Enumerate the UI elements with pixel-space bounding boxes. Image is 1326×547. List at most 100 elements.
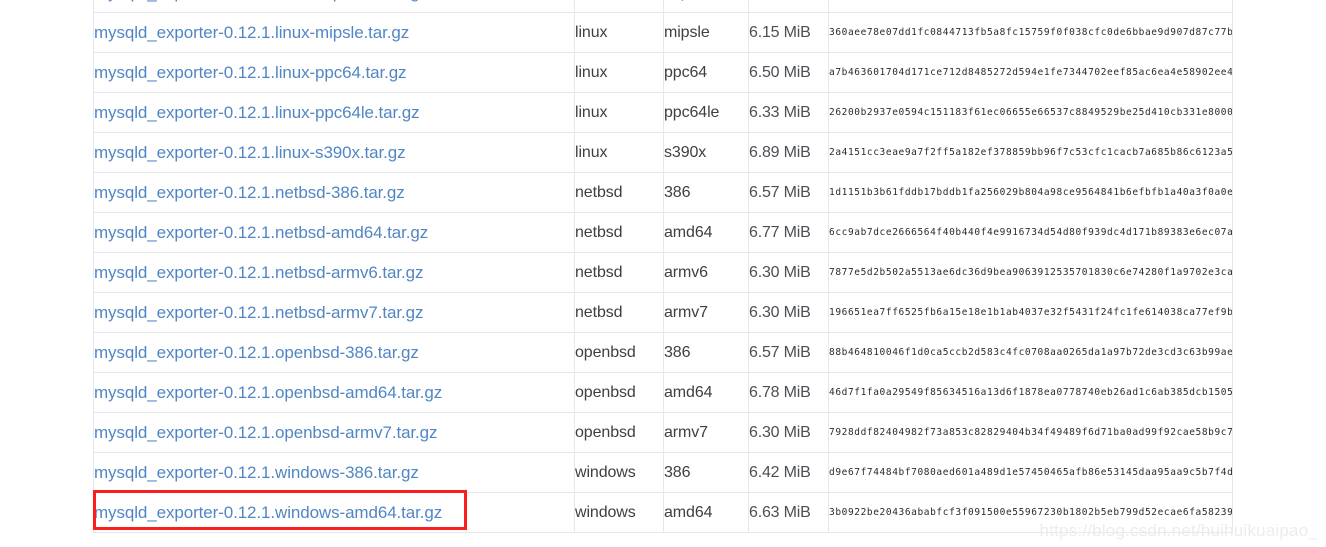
asset-filename-cell: mysqld_exporter-0.12.1.linux-mips64le.ta… <box>93 0 575 13</box>
asset-size-cell: 6.15 MiB <box>748 12 829 53</box>
release-assets-table: mysqld_exporter-0.12.1.linux-mips64le.ta… <box>93 0 1233 533</box>
asset-arch-cell: mipsle <box>663 12 749 53</box>
asset-filename-cell: mysqld_exporter-0.12.1.windows-386.tar.g… <box>93 452 575 493</box>
asset-filename-cell: mysqld_exporter-0.12.1.linux-ppc64le.tar… <box>93 92 575 133</box>
asset-download-link[interactable]: mysqld_exporter-0.12.1.netbsd-armv6.tar.… <box>94 263 423 283</box>
table-row: mysqld_exporter-0.12.1.netbsd-386.tar.gz… <box>93 172 1233 213</box>
asset-os-cell: linux <box>574 0 664 13</box>
asset-size-cell: 6.30 MiB <box>748 412 829 453</box>
table-row: mysqld_exporter-0.12.1.linux-ppc64.tar.g… <box>93 52 1233 93</box>
table-row: mysqld_exporter-0.12.1.netbsd-armv6.tar.… <box>93 252 1233 293</box>
asset-download-link[interactable]: mysqld_exporter-0.12.1.netbsd-armv7.tar.… <box>94 303 423 323</box>
asset-checksum-cell: 88b464810046f1d0ca5ccb2d583c4fc0708aa026… <box>828 332 1233 373</box>
table-row: mysqld_exporter-0.12.1.netbsd-amd64.tar.… <box>93 212 1233 253</box>
asset-size-cell: 6.33 MiB <box>748 92 829 133</box>
asset-arch-cell: 386 <box>663 172 749 213</box>
asset-download-link[interactable]: mysqld_exporter-0.12.1.windows-386.tar.g… <box>94 463 419 483</box>
asset-os-cell: windows <box>574 492 664 533</box>
table-row: mysqld_exporter-0.12.1.openbsd-amd64.tar… <box>93 372 1233 413</box>
asset-size-cell: 6.57 MiB <box>748 332 829 373</box>
asset-download-link[interactable]: mysqld_exporter-0.12.1.linux-ppc64.tar.g… <box>94 63 407 83</box>
asset-arch-cell: 386 <box>663 332 749 373</box>
asset-arch-cell: amd64 <box>663 492 749 533</box>
asset-filename-cell: mysqld_exporter-0.12.1.openbsd-386.tar.g… <box>93 332 575 373</box>
table-row: mysqld_exporter-0.12.1.linux-mipsle.tar.… <box>93 12 1233 53</box>
asset-checksum-cell: a7b463601704d171ce712d8485272d594e1fe734… <box>828 52 1233 93</box>
table-row: mysqld_exporter-0.12.1.openbsd-386.tar.g… <box>93 332 1233 373</box>
asset-size-cell: 6.77 MiB <box>748 212 829 253</box>
asset-arch-cell: 386 <box>663 452 749 493</box>
asset-arch-cell: armv7 <box>663 412 749 453</box>
asset-download-link[interactable]: mysqld_exporter-0.12.1.windows-amd64.tar… <box>94 503 442 523</box>
release-assets-table-wrapper: mysqld_exporter-0.12.1.linux-mips64le.ta… <box>93 0 1233 533</box>
asset-filename-cell: mysqld_exporter-0.12.1.linux-ppc64.tar.g… <box>93 52 575 93</box>
asset-arch-cell: armv6 <box>663 252 749 293</box>
asset-arch-cell: amd64 <box>663 372 749 413</box>
asset-size-cell: 6.57 MiB <box>748 172 829 213</box>
asset-download-link[interactable]: mysqld_exporter-0.12.1.linux-ppc64le.tar… <box>94 103 420 123</box>
page-viewport: mysqld_exporter-0.12.1.linux-mips64le.ta… <box>0 0 1326 547</box>
asset-size-cell: 6.63 MiB <box>748 492 829 533</box>
asset-filename-cell: mysqld_exporter-0.12.1.linux-s390x.tar.g… <box>93 132 575 173</box>
asset-os-cell: linux <box>574 52 664 93</box>
asset-size-cell: 6.89 MiB <box>748 132 829 173</box>
asset-download-link[interactable]: mysqld_exporter-0.12.1.linux-mipsle.tar.… <box>94 23 409 43</box>
asset-download-link[interactable]: mysqld_exporter-0.12.1.linux-mips64le.ta… <box>94 0 428 3</box>
asset-download-link[interactable]: mysqld_exporter-0.12.1.openbsd-armv7.tar… <box>94 423 438 443</box>
asset-size-cell: 6.30 MiB <box>748 252 829 293</box>
asset-checksum-cell: 2a4151cc3eae9a7f2ff5a182ef378859bb96f7c5… <box>828 132 1233 173</box>
asset-checksum-cell: 7877e5d2b502a5513ae6dc36d9bea90639125357… <box>828 252 1233 293</box>
table-row: mysqld_exporter-0.12.1.openbsd-armv7.tar… <box>93 412 1233 453</box>
asset-os-cell: linux <box>574 132 664 173</box>
table-row: mysqld_exporter-0.12.1.linux-s390x.tar.g… <box>93 132 1233 173</box>
asset-os-cell: linux <box>574 92 664 133</box>
asset-arch-cell: mips64le <box>663 0 749 13</box>
asset-filename-cell: mysqld_exporter-0.12.1.openbsd-armv7.tar… <box>93 412 575 453</box>
asset-os-cell: openbsd <box>574 332 664 373</box>
asset-checksum-cell: 12269a1eb150bef69251fdcc5069ed6bec65b2b6… <box>828 0 1233 13</box>
asset-os-cell: windows <box>574 452 664 493</box>
table-row: mysqld_exporter-0.12.1.netbsd-armv7.tar.… <box>93 292 1233 333</box>
asset-os-cell: netbsd <box>574 252 664 293</box>
asset-filename-cell: mysqld_exporter-0.12.1.windows-amd64.tar… <box>93 492 575 533</box>
asset-checksum-cell: 26200b2937e0594c151183f61ec06655e66537c8… <box>828 92 1233 133</box>
asset-os-cell: openbsd <box>574 412 664 453</box>
asset-checksum-cell: 1d1151b3b61fddb17bddb1fa256029b804a98ce9… <box>828 172 1233 213</box>
asset-os-cell: linux <box>574 12 664 53</box>
asset-size-cell: 6.50 MiB <box>748 52 829 93</box>
asset-size-cell: 6.42 MiB <box>748 452 829 493</box>
asset-download-link[interactable]: mysqld_exporter-0.12.1.linux-s390x.tar.g… <box>94 143 406 163</box>
asset-download-link[interactable]: mysqld_exporter-0.12.1.netbsd-386.tar.gz <box>94 183 405 203</box>
asset-download-link[interactable]: mysqld_exporter-0.12.1.netbsd-amd64.tar.… <box>94 223 428 243</box>
asset-os-cell: openbsd <box>574 372 664 413</box>
asset-size-cell: 6.78 MiB <box>748 372 829 413</box>
asset-checksum-cell: d9e67f74484bf7080aed601a489d1e57450465af… <box>828 452 1233 493</box>
asset-download-link[interactable]: mysqld_exporter-0.12.1.openbsd-386.tar.g… <box>94 343 419 363</box>
table-row: mysqld_exporter-0.12.1.linux-ppc64le.tar… <box>93 92 1233 133</box>
asset-filename-cell: mysqld_exporter-0.12.1.netbsd-amd64.tar.… <box>93 212 575 253</box>
asset-size-cell: 6.23 MiB <box>748 0 829 13</box>
asset-filename-cell: mysqld_exporter-0.12.1.netbsd-386.tar.gz <box>93 172 575 213</box>
asset-filename-cell: mysqld_exporter-0.12.1.openbsd-amd64.tar… <box>93 372 575 413</box>
asset-os-cell: netbsd <box>574 172 664 213</box>
asset-arch-cell: ppc64le <box>663 92 749 133</box>
asset-checksum-cell: 7928ddf82404982f73a853c82829404b34f49489… <box>828 412 1233 453</box>
asset-checksum-cell: 46d7f1fa0a29549f85634516a13d6f1878ea0778… <box>828 372 1233 413</box>
asset-checksum-cell: 360aee78e07dd1fc0844713fb5a8fc15759f0f03… <box>828 12 1233 53</box>
asset-filename-cell: mysqld_exporter-0.12.1.netbsd-armv7.tar.… <box>93 292 575 333</box>
asset-checksum-cell: 6cc9ab7dce2666564f40b440f4e9916734d54d80… <box>828 212 1233 253</box>
asset-arch-cell: armv7 <box>663 292 749 333</box>
site-watermark: https://blog.csdn.net/huihuikuaipao_ <box>1039 521 1318 540</box>
asset-arch-cell: s390x <box>663 132 749 173</box>
asset-filename-cell: mysqld_exporter-0.12.1.linux-mipsle.tar.… <box>93 12 575 53</box>
asset-os-cell: netbsd <box>574 292 664 333</box>
asset-filename-cell: mysqld_exporter-0.12.1.netbsd-armv6.tar.… <box>93 252 575 293</box>
asset-download-link[interactable]: mysqld_exporter-0.12.1.openbsd-amd64.tar… <box>94 383 442 403</box>
asset-os-cell: netbsd <box>574 212 664 253</box>
asset-arch-cell: amd64 <box>663 212 749 253</box>
release-assets-table-body: mysqld_exporter-0.12.1.linux-mips64le.ta… <box>93 0 1233 533</box>
asset-arch-cell: ppc64 <box>663 52 749 93</box>
asset-checksum-cell: 196651ea7ff6525fb6a15e18e1b1ab4037e32f54… <box>828 292 1233 333</box>
asset-size-cell: 6.30 MiB <box>748 292 829 333</box>
table-row: mysqld_exporter-0.12.1.linux-mips64le.ta… <box>93 0 1233 13</box>
